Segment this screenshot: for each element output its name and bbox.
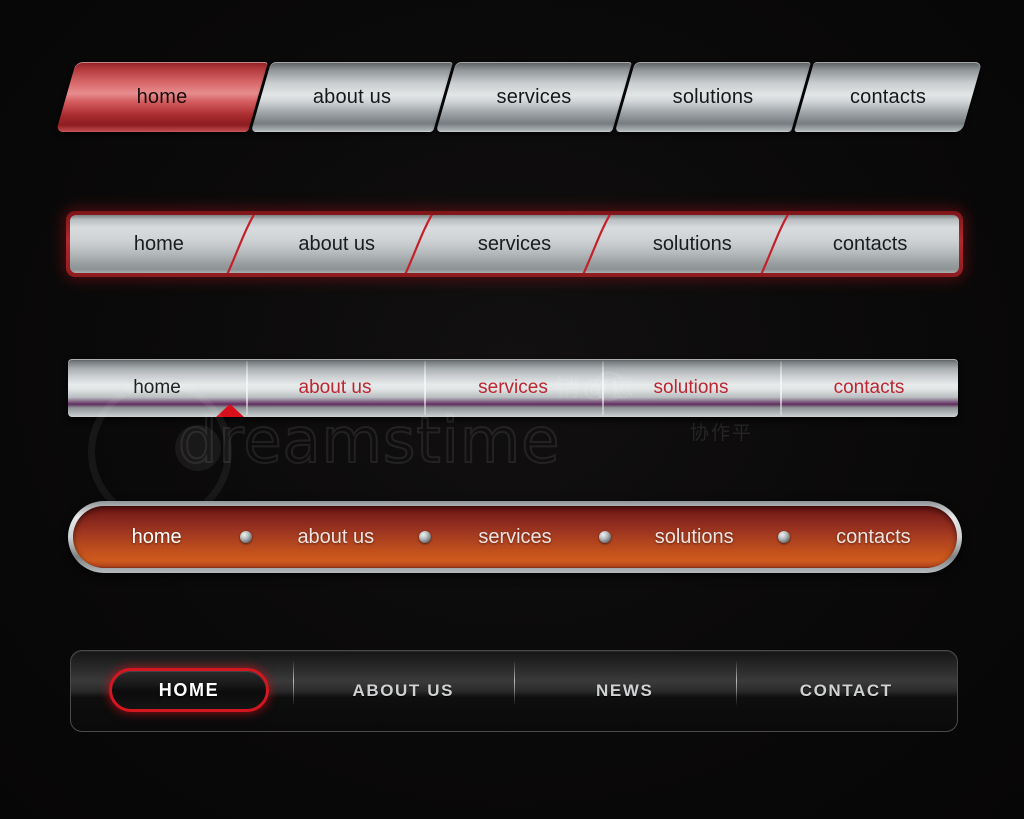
nav-bar-surface: home about us services solutions contact… [70,215,959,273]
nav-item-label: contacts [832,232,908,255]
nav-item-about-us[interactable]: about us [246,359,424,417]
nav-item-label: home [131,525,182,548]
nav-item-about-us[interactable]: about us [248,215,426,273]
nav-item-contact[interactable]: CONTACT [735,660,958,706]
tab-list: home about us services solutions contact… [55,62,983,132]
nav-item-label: services [477,232,552,255]
nav-item-label: contacts [836,525,911,548]
nav-item-list: home about us services solutions contact… [70,215,959,273]
nav-item-home[interactable]: HOME [109,668,269,712]
separator-dot-icon [240,531,253,543]
nav-bar-surface: home about us services solutions contact… [73,506,957,568]
separator-dot-icon [777,531,790,543]
nav-item-label: about us [298,377,372,398]
nav-item-about-us[interactable]: about us [252,526,419,549]
nav-item-about-us[interactable]: about us [250,62,454,132]
nav-item-label: solutions [652,232,732,255]
nav-item-label: NEWS [596,681,654,700]
separator-dot-icon [598,531,611,543]
active-pointer-triangle-icon [216,404,244,417]
nav-item-label: services [478,377,548,398]
nav-item-label: home [133,232,184,255]
nav-bar-chrome-red-links: home about us services solutions contact… [68,359,958,417]
nav-item-label: contacts [833,377,905,398]
nav-item-services[interactable]: services [426,215,604,273]
nav-item-contacts[interactable]: contacts [781,215,959,273]
nav-bar-silver-red-glow: home about us services solutions contact… [66,211,963,277]
nav-item-contacts[interactable]: contacts [790,526,957,549]
nav-item-about-us[interactable]: ABOUT US [292,660,515,706]
nav-item-solutions[interactable]: solutions [603,215,781,273]
nav-item-label: services [496,85,572,108]
nav-item-label: home [136,85,188,108]
nav-item-label: solutions [653,377,729,398]
nav-item-label: services [478,525,552,548]
nav-item-services[interactable]: services [435,62,633,132]
nav-item-home[interactable]: home [73,526,240,549]
nav-item-services[interactable]: services [424,359,602,417]
nav-item-label: about us [297,525,375,548]
nav-item-list: home about us services solutions contact… [73,506,957,568]
nav-item-label: contacts [849,85,927,108]
nav-item-label: solutions [654,525,734,548]
nav-bar-skewed-metal-tabs: home about us services solutions contact… [55,62,983,132]
nav-item-label: home [133,377,181,398]
separator-dot-icon [419,531,432,543]
nav-item-label: solutions [672,85,754,108]
nav-item-solutions[interactable]: solutions [611,526,778,549]
nav-item-label: CONTACT [799,681,893,700]
nav-item-label: ABOUT US [352,681,455,700]
nav-item-home[interactable]: home [55,62,269,132]
nav-item-contacts[interactable]: contacts [780,359,958,417]
nav-item-news[interactable]: NEWS [514,660,736,706]
nav-item-list: home about us services solutions contact… [68,359,958,417]
nav-item-label: about us [312,85,392,108]
nav-item-label: HOME [158,679,220,700]
nav-item-solutions[interactable]: solutions [614,62,812,132]
nav-bar-red-pill: home about us services solutions contact… [68,501,962,573]
nav-item-contacts[interactable]: contacts [793,62,983,132]
nav-item-services[interactable]: services [431,526,598,549]
nav-item-home[interactable]: home [70,215,248,273]
nav-item-solutions[interactable]: solutions [602,359,780,417]
nav-item-label: about us [298,232,376,255]
nav-bar-dark-bold-caps: HOME ABOUT US NEWS CONTACT HOME [70,650,958,732]
